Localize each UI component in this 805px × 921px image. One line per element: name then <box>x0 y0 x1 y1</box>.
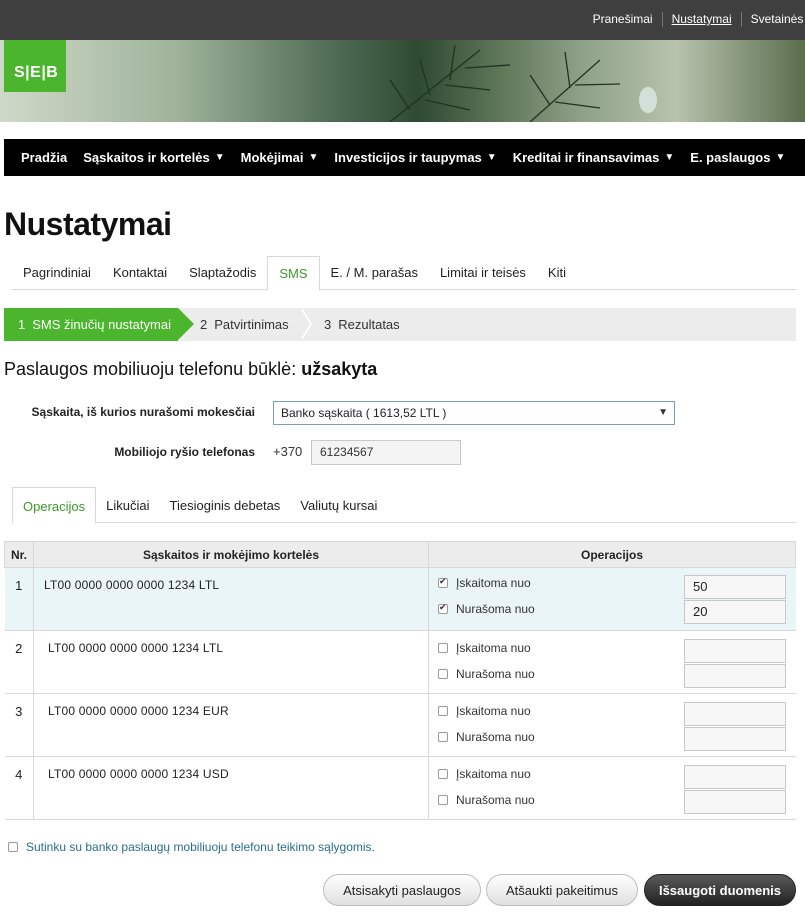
phone-field[interactable]: 61234567 <box>311 440 461 465</box>
revert-changes-button[interactable]: Atšaukti pakeitimus <box>486 874 638 906</box>
account-number: LT00 0000 0000 0000 1234 LTL <box>33 567 429 631</box>
nav-e-services[interactable]: E. paslaugos ▼ <box>690 150 785 165</box>
header-banner <box>0 40 805 122</box>
table-row: 1 LT00 0000 0000 0000 1234 LTL Įskaitoma… <box>4 567 796 631</box>
tab-balances[interactable]: Likučiai <box>96 487 159 522</box>
dropdown-arrow-icon: ▼ <box>486 152 497 163</box>
seb-logo[interactable]: S|E|B <box>4 40 66 92</box>
col-operations: Operacijos <box>428 541 796 568</box>
wizard-steps: 1 SMS žinučių nustatymai 2 Patvirtinimas 3… <box>4 308 796 341</box>
checkbox-checked[interactable] <box>438 602 448 614</box>
table-row: 2 LT00 0000 0000 0000 1234 LTL Įskaitoma… <box>4 630 796 694</box>
table-row: 3 LT00 0000 0000 0000 1234 EUR Įskaitoma… <box>4 693 796 757</box>
checkbox-checked[interactable] <box>438 576 448 588</box>
terms-link[interactable]: Sutinku su banko paslaugų mobiliuoju tel… <box>26 840 375 854</box>
tab-password[interactable]: Slaptažodis <box>178 256 267 289</box>
cancel-service-button[interactable]: Atsisakyti paslaugos <box>323 874 481 906</box>
checkbox[interactable] <box>438 643 448 653</box>
top-utility-bar: Pranešimai Nustatymai Svetainės st <box>0 0 805 40</box>
notification-tabs: Operacijos Likučiai Tiesioginis debetas … <box>12 487 796 524</box>
dropdown-arrow-icon: ▼ <box>775 152 786 163</box>
dropdown-arrow-icon: ▼ <box>308 152 319 163</box>
nav-accounts-cards[interactable]: Sąskaitos ir kortelės ▼ <box>83 150 224 165</box>
tab-contacts[interactable]: Kontaktai <box>102 256 178 289</box>
col-nr: Nr. <box>4 541 34 568</box>
debit-option[interactable]: Nurašoma nuo <box>438 667 535 681</box>
phone-prefix: +370 <box>273 444 303 459</box>
debit-option[interactable]: Nurašoma nuo <box>438 793 535 807</box>
nav-home[interactable]: Pradžia <box>21 150 67 165</box>
pine-branch-image <box>389 44 657 122</box>
tab-exchange-rates[interactable]: Valiutų kursai <box>290 487 387 522</box>
col-accounts: Sąskaitos ir mokėjimo kortelės <box>33 541 429 568</box>
tab-direct-debit[interactable]: Tiesioginis debetas <box>160 487 291 522</box>
credit-amount-input[interactable] <box>684 765 786 789</box>
terms-checkbox[interactable] <box>8 842 18 852</box>
terms-agreement[interactable]: Sutinku su banko paslaugų mobiliuoju tel… <box>8 840 375 854</box>
save-button[interactable]: Išsaugoti duomenis <box>644 874 796 906</box>
settings-tabs: Pagrindiniai Kontaktai Slaptažodis SMS E… <box>12 256 796 291</box>
utility-links: Pranešimai Nustatymai Svetainės st <box>584 12 805 27</box>
nav-payments[interactable]: Mokėjimai ▼ <box>241 150 319 165</box>
tab-other[interactable]: Kiti <box>537 256 577 289</box>
operations-table: Nr. Sąskaitos ir mokėjimo kortelės Opera… <box>4 541 796 820</box>
checkbox[interactable] <box>438 732 448 742</box>
credit-option[interactable]: Įskaitoma nuo <box>438 704 531 718</box>
tab-signature[interactable]: E. / M. parašas <box>320 256 429 289</box>
tab-basic[interactable]: Pagrindiniai <box>12 256 102 289</box>
credit-amount-input[interactable] <box>684 702 786 726</box>
step-result: 3 Rezultatas <box>324 317 400 332</box>
service-status-value: užsakyta <box>301 359 378 379</box>
step-sms-settings: 1 SMS žinučių nustatymai <box>4 308 194 341</box>
link-notifications[interactable]: Pranešimai <box>584 12 662 27</box>
debit-amount-input[interactable] <box>684 664 786 688</box>
page-title: Nustatymai <box>4 206 172 242</box>
service-status: Paslaugos mobiliuoju telefonu būklė: užs… <box>4 359 378 379</box>
credit-amount-input[interactable]: 50 <box>684 575 786 599</box>
credit-option[interactable]: Įskaitoma nuo <box>438 576 531 590</box>
link-settings[interactable]: Nustatymai <box>661 12 741 27</box>
phone-label: Mobiliojo ryšio telefonas <box>114 445 255 459</box>
chevron-down-icon: ▼ <box>658 407 668 418</box>
checkbox[interactable] <box>438 669 448 679</box>
credit-option[interactable]: Įskaitoma nuo <box>438 641 531 655</box>
debit-amount-input[interactable] <box>684 727 786 751</box>
credit-amount-input[interactable] <box>684 639 786 663</box>
debit-option[interactable]: Nurašoma nuo <box>438 730 535 744</box>
dropdown-arrow-icon: ▼ <box>214 152 225 163</box>
main-navigation: Pradžia Sąskaitos ir kortelės ▼ Mokėjimai… <box>4 139 805 176</box>
debit-amount-input[interactable]: 20 <box>684 600 786 624</box>
debit-option[interactable]: Nurašoma nuo <box>438 602 535 616</box>
account-label: Sąskaita, iš kurios nurašomi mokesčiai <box>31 405 255 419</box>
debit-amount-input[interactable] <box>684 790 786 814</box>
account-number: LT00 0000 0000 0000 1234 LTL <box>33 630 429 694</box>
account-select[interactable]: Banko sąskaita ( 1613,52 LTL ) ▼ <box>273 401 675 425</box>
tab-operations[interactable]: Operacijos <box>12 487 97 524</box>
nav-investments[interactable]: Investicijos ir taupymas ▼ <box>334 150 496 165</box>
tab-sms[interactable]: SMS <box>267 256 320 291</box>
step-confirmation: 2 Patvirtinimas <box>178 308 312 341</box>
checkbox[interactable] <box>438 769 448 779</box>
checkbox[interactable] <box>438 795 448 805</box>
checkbox[interactable] <box>438 706 448 716</box>
nav-credits[interactable]: Kreditai ir finansavimas ▼ <box>513 150 675 165</box>
account-number: LT00 0000 0000 0000 1234 EUR <box>33 693 429 757</box>
account-number: LT00 0000 0000 0000 1234 USD <box>33 756 429 820</box>
dropdown-arrow-icon: ▼ <box>664 152 675 163</box>
link-site[interactable]: Svetainės st <box>740 12 805 27</box>
table-row: 4 LT00 0000 0000 0000 1234 USD Įskaitoma… <box>4 756 796 820</box>
tab-limits[interactable]: Limitai ir teisės <box>429 256 537 289</box>
credit-option[interactable]: Įskaitoma nuo <box>438 767 531 781</box>
